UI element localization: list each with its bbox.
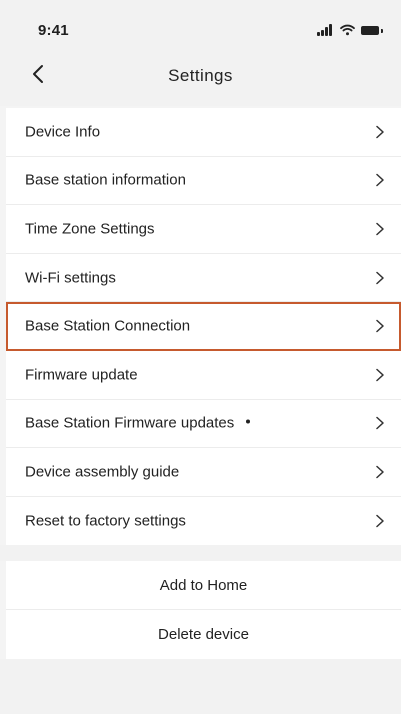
menu-item-label-text: Base Station Firmware updates [25,414,235,432]
menu-item-device-assembly-guide[interactable]: Device assembly guide [6,448,401,497]
menu-item-label: Base station information [25,171,186,189]
menu-item-base-station-firmware-updates[interactable]: Base Station Firmware updates [6,400,401,449]
chevron-right-icon [376,174,384,187]
settings-screen: 9:41 Settings Device Info Base station i… [0,0,401,714]
chevron-right-icon [376,222,384,236]
chevron-right-icon [376,417,384,430]
section-divider [0,545,401,561]
header: 9:41 Settings [0,0,401,106]
menu-item-device-info[interactable]: Device Info [6,108,401,157]
menu-item-time-zone-settings[interactable]: Time Zone Settings [6,205,401,254]
menu-item-label: Time Zone Settings [25,220,155,238]
menu-item-wifi-settings[interactable]: Wi-Fi settings [6,254,401,303]
menu-item-base-station-information[interactable]: Base station information [6,157,401,206]
battery-icon [361,25,383,36]
update-indicator-dot [246,419,251,424]
menu-item-label: Firmware update [25,366,138,384]
menu-item-firmware-update[interactable]: Firmware update [6,351,401,400]
menu-item-base-station-connection[interactable]: Base Station Connection [6,302,401,351]
menu-item-label: Reset to factory settings [25,512,186,530]
menu-item-label: Device Info [25,123,101,141]
chevron-right-icon [376,465,384,479]
add-to-home-button[interactable]: Add to Home [6,561,401,610]
delete-device-button[interactable]: Delete device [6,610,401,659]
signal-icon [317,24,334,36]
menu-item-label: Base Station Firmware updates [25,414,251,432]
action-list: Add to Home Delete device [6,561,401,659]
wifi-icon [340,24,355,36]
chevron-right-icon [376,368,384,382]
settings-menu-list: Device Info Base station information Tim… [6,108,401,546]
menu-item-label: Base Station Connection [25,317,191,335]
menu-item-reset-to-factory-settings[interactable]: Reset to factory settings [6,497,401,546]
status-icons [317,23,383,37]
status-time: 9:41 [38,22,69,39]
chevron-right-icon [376,514,384,528]
chevron-right-icon [376,271,384,284]
menu-item-label: Device assembly guide [25,463,180,481]
chevron-right-icon [376,125,384,139]
chevron-right-icon [376,319,384,333]
bottom-spacer [0,659,401,714]
menu-item-label: Wi-Fi settings [25,269,116,287]
page-title: Settings [168,66,233,85]
